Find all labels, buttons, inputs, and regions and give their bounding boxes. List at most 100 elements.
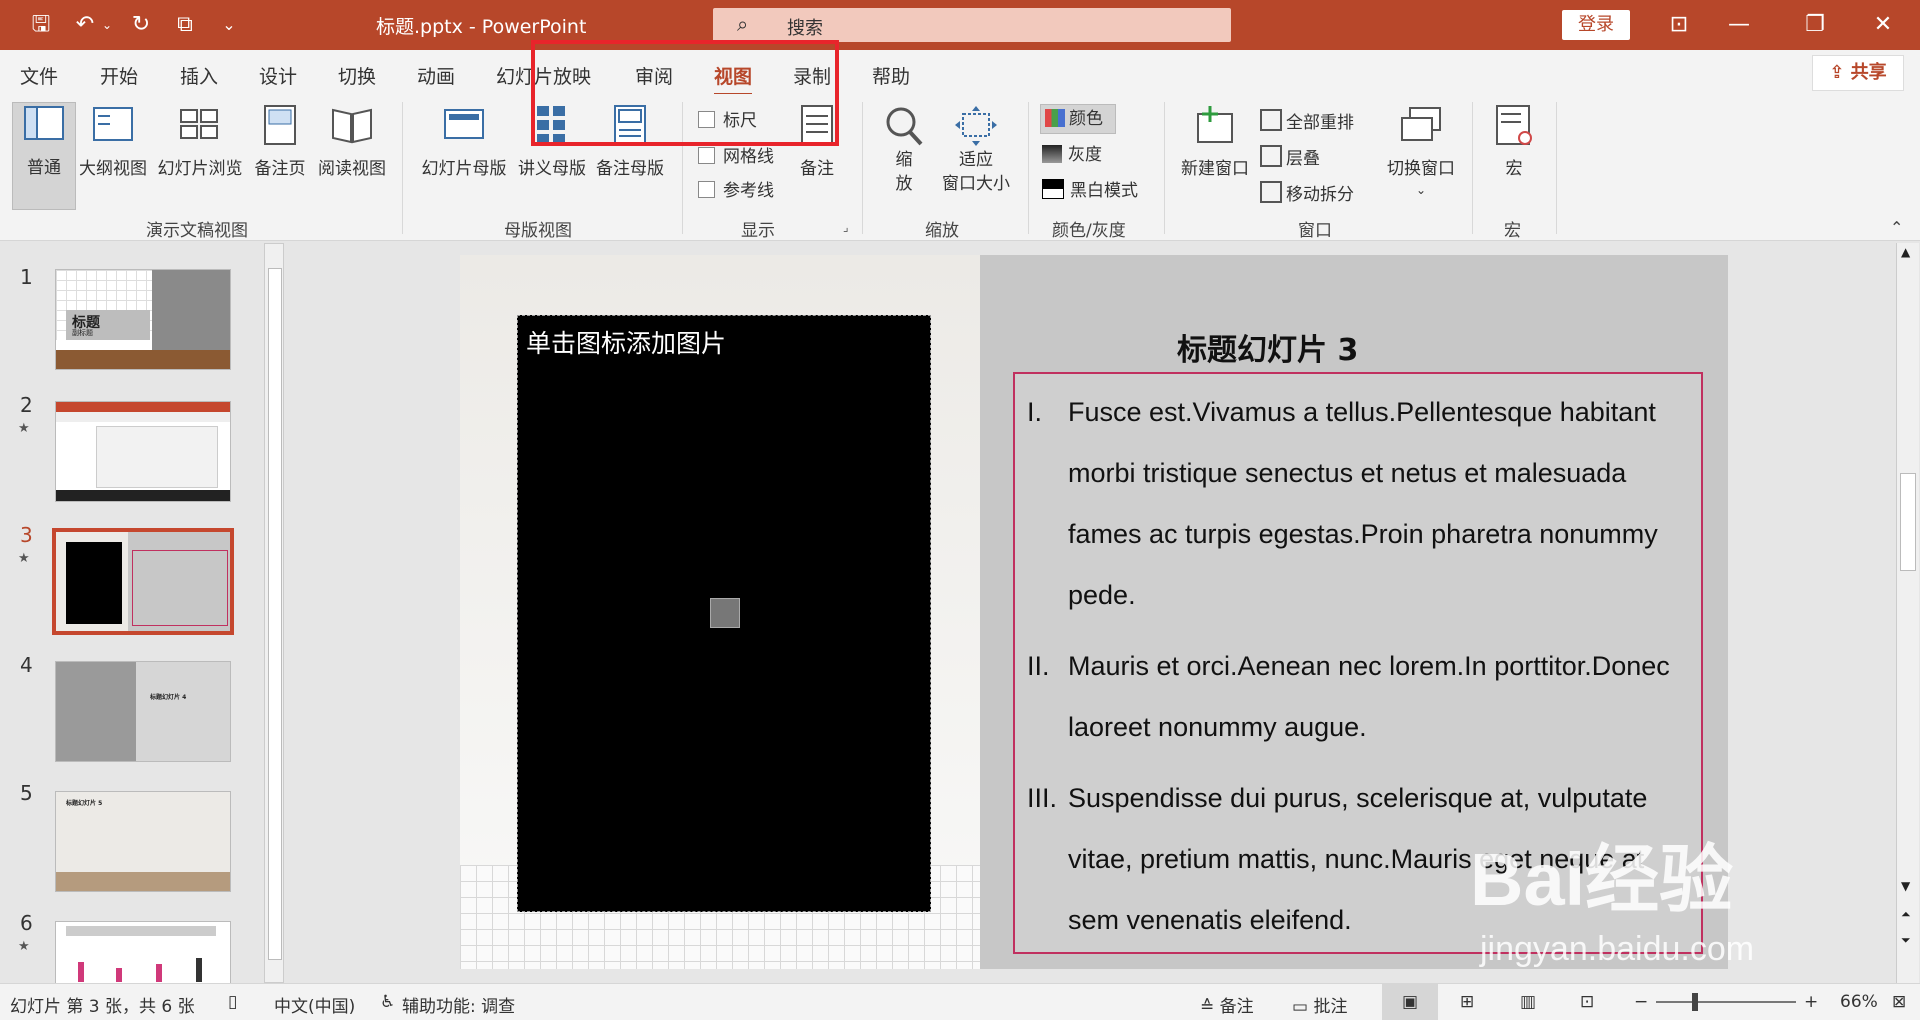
reading-view-label: 阅读视图 [318, 159, 386, 179]
language-indicator[interactable]: 中文(中国) [274, 992, 355, 1017]
previous-slide-icon[interactable]: ⏶ [1901, 907, 1911, 922]
tab-design[interactable]: 设计 [259, 62, 297, 89]
notes-page-button[interactable]: 备注页 [250, 104, 310, 179]
grayscale-button[interactable]: 灰度 [1042, 140, 1102, 165]
redo-icon[interactable]: ↻ [126, 10, 156, 40]
thumbnail-scrollbar[interactable] [264, 243, 284, 983]
tab-insert[interactable]: 插入 [180, 62, 218, 89]
slide-sorter-button[interactable]: 幻灯片浏览 [154, 104, 246, 179]
slideshow-status-icon[interactable]: ⊡ [1580, 992, 1594, 1012]
thumbnail-slide-3[interactable] [52, 528, 234, 635]
gridlines-checkbox-box[interactable] [698, 147, 715, 164]
thumbnail-slide-4[interactable]: 标题幻灯片 4 [55, 661, 231, 762]
fit-slide-icon[interactable]: ⊠ [1892, 992, 1906, 1012]
thumb-bar [156, 964, 162, 982]
normal-view-button[interactable]: 普通 [12, 102, 76, 210]
accessibility-icon[interactable]: ♿︎ [380, 992, 395, 1012]
black-white-button[interactable]: 黑白模式 [1042, 176, 1138, 201]
thumb-floor [56, 872, 230, 891]
thumbnail-slide-2[interactable] [55, 401, 231, 502]
close-icon[interactable]: ✕ [1868, 10, 1898, 40]
picture-placeholder[interactable]: 单击图标添加图片 [517, 315, 931, 912]
arrange-all-button[interactable]: 全部重排 [1260, 108, 1354, 133]
move-split-icon [1260, 181, 1282, 203]
reading-view-status-icon[interactable]: ▥ [1520, 992, 1536, 1012]
macros-label: 宏 [1505, 159, 1523, 179]
thumbnail-slide-1[interactable]: 标题 副标题 [55, 269, 231, 370]
customize-qat-icon[interactable]: ⌄ [214, 10, 244, 40]
tab-file[interactable]: 文件 [20, 62, 58, 89]
group-separator [862, 102, 863, 234]
thumb-floor [56, 350, 230, 369]
tab-help[interactable]: 帮助 [872, 62, 910, 89]
slide-sorter-status-icon[interactable]: ⊞ [1460, 992, 1474, 1012]
undo-icon[interactable]: ↶ [70, 10, 100, 40]
spellcheck-icon[interactable]: ▯ [228, 992, 237, 1012]
watermark-url: jingyan.baidu.com [1480, 930, 1755, 968]
slide-master-button[interactable]: 幻灯片母版 [416, 104, 512, 179]
search-placeholder: 搜索 [787, 18, 823, 39]
new-window-button[interactable]: 新建窗口 [1176, 104, 1254, 179]
reading-view-button[interactable]: 阅读视图 [314, 104, 390, 179]
slide-title[interactable]: 标题幻灯片 3 [1177, 325, 1358, 369]
next-slide-icon[interactable]: ⏷ [1901, 933, 1911, 948]
color-mode-button[interactable]: 颜色 [1040, 104, 1116, 134]
move-split-label: 移动拆分 [1286, 185, 1354, 205]
reading-view-icon [332, 108, 372, 144]
cascade-button[interactable]: 层叠 [1260, 144, 1320, 169]
restore-icon[interactable]: ❐ [1800, 10, 1830, 40]
zoom-button[interactable]: 缩 放 [876, 104, 932, 196]
tab-home[interactable]: 开始 [100, 62, 138, 89]
slide-sorter-icon [180, 109, 218, 139]
show-group-label: 显示 [741, 221, 775, 241]
accessibility-status[interactable]: 辅助功能: 调查 [402, 992, 515, 1017]
slide-scroll-thumb[interactable] [1900, 473, 1916, 571]
minimize-icon[interactable]: — [1724, 10, 1754, 40]
guides-checkbox[interactable]: 参考线 [698, 176, 774, 201]
zoom-label-line1: 缩 [895, 150, 913, 170]
comments-button[interactable]: ▭ 批注 [1292, 992, 1347, 1017]
zoom-percent[interactable]: 66% [1840, 992, 1878, 1012]
collapse-ribbon-icon[interactable]: ⌃ [1890, 218, 1903, 237]
insert-picture-icon[interactable] [710, 598, 740, 628]
share-button[interactable]: ⇪ 共享 [1812, 55, 1904, 91]
zoom-out-icon[interactable]: − [1634, 992, 1648, 1012]
macros-button[interactable]: 宏 [1486, 104, 1542, 179]
thumb-ribbon-band [56, 402, 230, 412]
fit-to-window-button[interactable]: 适应 窗口大小 [936, 104, 1016, 196]
scroll-up-icon[interactable]: ▲ [1901, 245, 1910, 259]
arrange-all-label: 全部重排 [1286, 113, 1354, 133]
grayscale-label: 灰度 [1068, 145, 1102, 165]
thumbnail-slide-6[interactable] [55, 921, 231, 985]
thumb-right [136, 662, 230, 761]
search-input[interactable]: ⌕ 搜索 [713, 8, 1231, 42]
thumb-number-active: 3 [20, 523, 33, 547]
move-split-button[interactable]: 移动拆分 [1260, 180, 1354, 205]
zoom-slider-thumb[interactable] [1692, 993, 1698, 1011]
tab-transitions[interactable]: 切换 [338, 62, 376, 89]
zoom-slider-track[interactable] [1656, 1001, 1796, 1003]
new-window-label: 新建窗口 [1181, 159, 1249, 179]
tab-animations[interactable]: 动画 [417, 62, 455, 89]
dialog-launcher-icon[interactable]: ⌟ [843, 220, 849, 234]
start-slideshow-icon[interactable]: ⧉ [170, 10, 200, 40]
normal-view-label: 普通 [27, 158, 61, 178]
thumbnail-scroll-thumb[interactable] [268, 268, 282, 960]
thumbnail-slide-5[interactable]: 标题幻灯片 5 [55, 791, 231, 892]
undo-dropdown-icon[interactable]: ⌄ [99, 10, 115, 40]
slide-scrollbar[interactable]: ▲ ▼ ⏶ ⏷ [1896, 243, 1919, 983]
guides-checkbox-box[interactable] [698, 181, 715, 198]
outline-view-button[interactable]: 大纲视图 [76, 104, 150, 179]
bullet-item: I. Fusce est.Vivamus a tellus.Pellentesq… [1027, 382, 1687, 626]
ribbon-display-options-icon[interactable]: ⊡ [1664, 10, 1694, 40]
scroll-down-icon[interactable]: ▼ [1901, 879, 1910, 893]
normal-view-status-icon[interactable]: ▣ [1382, 984, 1438, 1020]
switch-windows-button[interactable]: 切换窗口 ⌄ [1380, 104, 1462, 199]
thumb-title-box: 标题 副标题 [66, 310, 150, 340]
save-icon[interactable]: 🖫 [26, 10, 56, 40]
zoom-in-icon[interactable]: + [1804, 992, 1818, 1012]
login-button[interactable]: 登录 [1562, 10, 1630, 40]
outline-view-label: 大纲视图 [79, 159, 147, 179]
notes-button[interactable]: ≙ 备注 [1200, 992, 1254, 1017]
group-separator [1472, 102, 1473, 234]
